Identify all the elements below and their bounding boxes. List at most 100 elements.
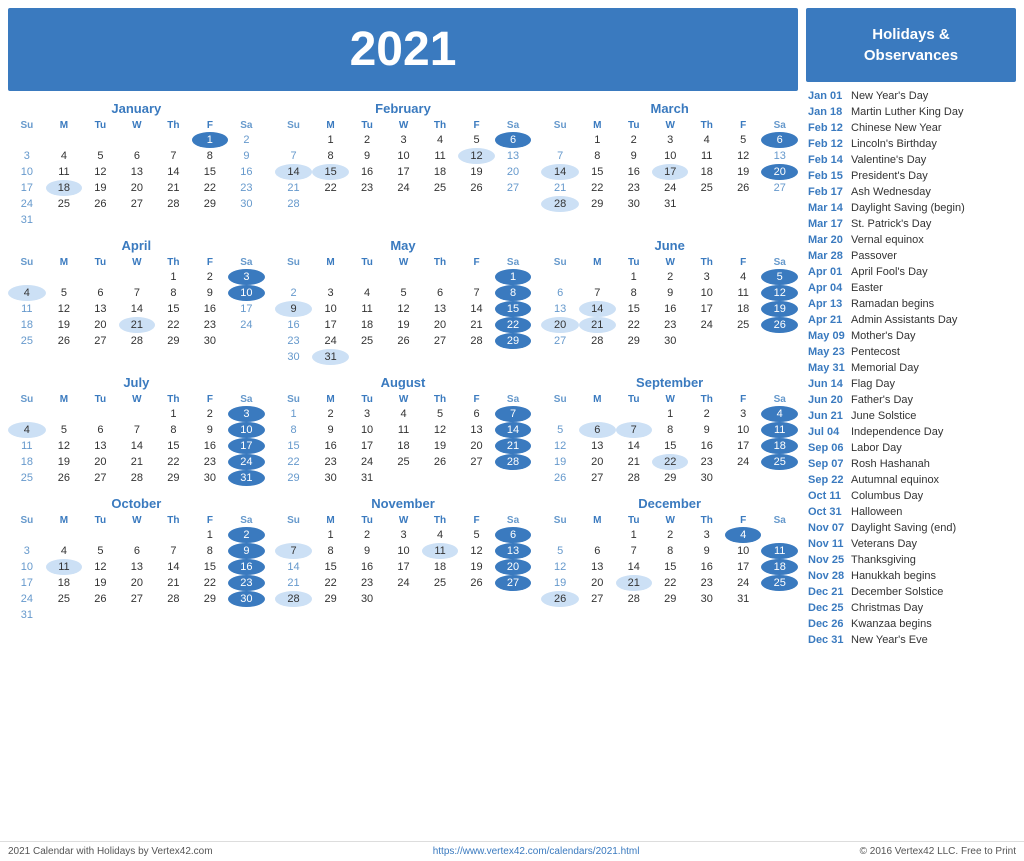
calendar-day: 19 — [82, 180, 118, 196]
calendar-day: 24 — [228, 454, 265, 470]
month-block: JanuarySuMTuWThFSa1234567891011121314151… — [8, 101, 265, 228]
calendar-day: 10 — [8, 164, 46, 180]
calendar-day: 11 — [385, 422, 421, 438]
month-title: January — [8, 101, 265, 116]
calendar-day: 31 — [8, 212, 46, 228]
calendar-day: 1 — [312, 132, 348, 148]
calendar-day — [46, 269, 82, 285]
calendar-day: 19 — [761, 301, 798, 317]
calendar-day: 30 — [192, 333, 228, 349]
calendar-day: 1 — [312, 527, 348, 543]
calendar-day: 26 — [385, 333, 421, 349]
calendar-day: 13 — [761, 148, 798, 164]
calendar-day: 17 — [725, 438, 761, 454]
calendar-day: 14 — [616, 438, 652, 454]
calendar-day: 11 — [46, 559, 82, 575]
calendar-day: 13 — [458, 422, 494, 438]
calendar-day: 12 — [761, 285, 798, 301]
calendar-day: 2 — [192, 406, 228, 422]
calendar-day: 22 — [616, 317, 652, 333]
calendar-day — [385, 591, 421, 607]
calendar-day: 23 — [192, 454, 228, 470]
calendar-day — [8, 527, 46, 543]
calendar-day — [422, 196, 458, 212]
calendar-day: 20 — [119, 575, 155, 591]
calendar-day: 9 — [349, 148, 385, 164]
calendar-day: 13 — [495, 543, 532, 559]
calendar-day: 10 — [652, 148, 688, 164]
calendar-day: 26 — [82, 196, 118, 212]
calendar-day — [458, 470, 494, 486]
holiday-name: Rosh Hashanah — [851, 458, 930, 470]
calendar-day: 5 — [458, 527, 494, 543]
calendar-day: 7 — [119, 422, 155, 438]
calendar-day — [616, 406, 652, 422]
holiday-name: New Year's Day — [851, 90, 928, 102]
calendar-day — [349, 196, 385, 212]
calendar-day: 15 — [155, 438, 191, 454]
calendar-day: 6 — [579, 543, 615, 559]
calendar-day — [155, 527, 191, 543]
calendar-day: 23 — [349, 575, 385, 591]
holiday-name: President's Day — [851, 170, 928, 182]
holiday-item: Oct 31Halloween — [806, 504, 1016, 519]
holiday-date: Sep 22 — [808, 474, 846, 486]
calendar-day: 26 — [46, 333, 82, 349]
calendar-day: 3 — [349, 406, 385, 422]
calendar-day — [725, 196, 761, 212]
calendar-day — [422, 269, 458, 285]
calendar-day: 28 — [616, 591, 652, 607]
holiday-date: Dec 25 — [808, 602, 846, 614]
calendar-day: 20 — [495, 559, 532, 575]
calendar-day: 25 — [688, 180, 724, 196]
calendar-day: 28 — [541, 196, 579, 212]
calendar-table: SuMTuWThFSa12345678910111213141516171819… — [541, 256, 798, 349]
calendar-day: 24 — [725, 454, 761, 470]
holiday-item: Jan 18Martin Luther King Day — [806, 104, 1016, 119]
calendar-day: 4 — [688, 132, 724, 148]
calendar-day: 29 — [192, 196, 228, 212]
holiday-date: Apr 01 — [808, 266, 846, 278]
calendar-day: 19 — [46, 454, 82, 470]
calendar-day — [119, 212, 155, 228]
holiday-name: Labor Day — [851, 442, 902, 454]
month-title: November — [275, 496, 532, 511]
calendar-day: 20 — [761, 164, 798, 180]
calendar-day: 31 — [228, 470, 265, 486]
calendar-day: 31 — [652, 196, 688, 212]
calendar-day: 22 — [192, 575, 228, 591]
calendar-day: 3 — [8, 543, 46, 559]
calendar-day: 24 — [652, 180, 688, 196]
calendar-day — [312, 269, 348, 285]
holiday-date: Jan 18 — [808, 106, 846, 118]
calendar-day: 10 — [349, 422, 385, 438]
calendar-table: SuMTuWThFSa12345678910111213141516171819… — [275, 119, 532, 212]
calendar-day: 7 — [275, 543, 313, 559]
calendar-day: 5 — [82, 543, 118, 559]
holiday-item: Sep 06Labor Day — [806, 440, 1016, 455]
calendar-day: 22 — [652, 454, 688, 470]
calendar-day: 30 — [192, 470, 228, 486]
calendar-day: 5 — [46, 422, 82, 438]
calendar-day: 18 — [761, 559, 798, 575]
calendar-day: 16 — [228, 164, 265, 180]
calendar-day: 1 — [616, 527, 652, 543]
calendar-day: 19 — [458, 559, 494, 575]
calendar-day: 27 — [119, 591, 155, 607]
calendar-day: 29 — [155, 470, 191, 486]
month-block: DecemberSuMTuWThFSa123456789101112131415… — [541, 496, 798, 623]
calendar-day: 22 — [579, 180, 615, 196]
calendar-day: 22 — [155, 454, 191, 470]
calendar-day — [349, 349, 385, 365]
calendar-day: 5 — [46, 285, 82, 301]
calendar-day: 9 — [688, 422, 724, 438]
calendar-day — [688, 196, 724, 212]
calendar-day: 8 — [579, 148, 615, 164]
holiday-date: Jun 21 — [808, 410, 846, 422]
calendar-day: 12 — [458, 148, 494, 164]
calendar-day: 27 — [82, 333, 118, 349]
footer: 2021 Calendar with Holidays by Vertex42.… — [0, 841, 1024, 861]
calendar-day: 8 — [155, 285, 191, 301]
holiday-name: Flag Day — [851, 378, 895, 390]
calendar-day: 20 — [119, 180, 155, 196]
